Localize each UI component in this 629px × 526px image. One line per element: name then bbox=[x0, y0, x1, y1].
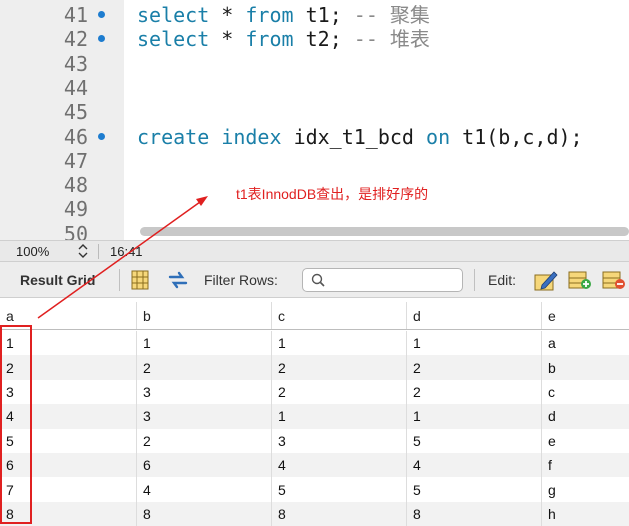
table-row[interactable]: 3322c bbox=[0, 379, 629, 405]
line-number: 44 bbox=[63, 75, 88, 100]
sql-keyword: from bbox=[245, 3, 294, 27]
table-cell-d[interactable]: 5 bbox=[406, 477, 541, 502]
table-cell-e[interactable]: f bbox=[541, 453, 629, 478]
column-header-d[interactable]: d bbox=[406, 302, 541, 329]
result-toolbar: Result Grid Filter Rows: Edit: bbox=[0, 262, 629, 298]
table-row[interactable]: 5235e bbox=[0, 428, 629, 453]
search-icon bbox=[311, 273, 325, 287]
line-number: 50 bbox=[63, 221, 88, 240]
table-row[interactable]: 8888h bbox=[0, 501, 629, 526]
sql-token: * bbox=[221, 27, 234, 52]
sql-token: t2; bbox=[305, 27, 342, 52]
table-cell-c[interactable]: 1 bbox=[271, 404, 406, 429]
status-divider bbox=[98, 244, 99, 259]
sql-editor[interactable]: 41 select * from t1; -- 聚集 42 select * from… bbox=[0, 0, 629, 240]
table-cell-d[interactable]: 5 bbox=[406, 428, 541, 453]
sql-keyword: from bbox=[245, 27, 294, 52]
edit-label: Edit: bbox=[488, 272, 517, 288]
result-grid[interactable]: abcde1111a2222b3322c4311d5235e6644f7455g… bbox=[0, 298, 629, 526]
sql-keyword: select bbox=[137, 3, 210, 27]
line-number: 43 bbox=[63, 51, 88, 76]
sql-token: idx_t1_bcd bbox=[293, 124, 414, 149]
table-row[interactable]: 7455g bbox=[0, 477, 629, 502]
line-number: 45 bbox=[63, 100, 88, 125]
sql-token: t1(b,c,d); bbox=[462, 124, 583, 149]
annotation-highlight-box bbox=[0, 325, 32, 524]
statement-marker-icon[interactable] bbox=[98, 11, 105, 18]
cursor-position: 16:41 bbox=[110, 244, 143, 259]
table-cell-b[interactable]: 6 bbox=[136, 453, 271, 478]
table-cell-d[interactable]: 2 bbox=[406, 379, 541, 405]
table-row[interactable]: 4311d bbox=[0, 404, 629, 429]
grid-header-row: abcde bbox=[0, 302, 629, 330]
sql-token: t1; bbox=[305, 3, 342, 27]
editor-status-bar: 100% 16:41 bbox=[0, 240, 629, 262]
table-cell-c[interactable]: 4 bbox=[271, 453, 406, 478]
form-view-icon[interactable] bbox=[131, 270, 149, 290]
sql-keyword: on bbox=[426, 124, 451, 149]
line-number: 49 bbox=[63, 197, 88, 222]
table-cell-c[interactable]: 1 bbox=[271, 331, 406, 356]
column-header-c[interactable]: c bbox=[271, 302, 406, 329]
column-header-b[interactable]: b bbox=[136, 302, 271, 329]
code-line[interactable]: create index idx_t1_bcd on t1(b,c,d); bbox=[137, 125, 583, 149]
table-cell-b[interactable]: 1 bbox=[136, 331, 271, 356]
table-cell-b[interactable]: 2 bbox=[136, 428, 271, 453]
line-number: 41 bbox=[63, 3, 88, 27]
table-cell-d[interactable]: 4 bbox=[406, 453, 541, 478]
table-row[interactable]: 1111a bbox=[0, 331, 629, 356]
statement-marker-icon[interactable] bbox=[98, 132, 105, 140]
scrollbar-thumb[interactable] bbox=[140, 227, 629, 236]
toolbar-divider bbox=[474, 269, 475, 291]
editor-horizontal-scrollbar[interactable] bbox=[124, 224, 629, 238]
annotation-note: t1表InnodDB查出，是排好序的 bbox=[236, 186, 429, 202]
code-line[interactable]: select * from t2; -- 堆表 bbox=[137, 27, 430, 51]
table-cell-b[interactable]: 3 bbox=[136, 404, 271, 429]
line-number: 42 bbox=[63, 27, 88, 52]
table-cell-d[interactable]: 8 bbox=[406, 501, 541, 526]
table-cell-d[interactable]: 1 bbox=[406, 404, 541, 429]
add-row-icon[interactable] bbox=[568, 269, 592, 291]
table-cell-e[interactable]: b bbox=[541, 355, 629, 380]
table-cell-e[interactable]: c bbox=[541, 379, 629, 405]
refresh-icon[interactable] bbox=[167, 270, 189, 290]
table-cell-b[interactable]: 8 bbox=[136, 501, 271, 526]
sql-keyword: create bbox=[137, 124, 210, 149]
table-cell-b[interactable]: 3 bbox=[136, 379, 271, 405]
edit-cell-icon[interactable] bbox=[534, 269, 558, 291]
table-row[interactable]: 6644f bbox=[0, 453, 629, 478]
table-cell-e[interactable]: e bbox=[541, 428, 629, 453]
delete-row-icon[interactable] bbox=[602, 269, 626, 291]
code-line[interactable]: select * from t1; -- 聚集 bbox=[137, 3, 430, 27]
sql-keyword: index bbox=[221, 124, 282, 149]
table-cell-c[interactable]: 8 bbox=[271, 501, 406, 526]
line-number: 48 bbox=[63, 173, 88, 198]
zoom-stepper-icon[interactable] bbox=[76, 243, 90, 259]
sql-comment: -- 堆表 bbox=[353, 27, 430, 52]
table-cell-c[interactable]: 2 bbox=[271, 355, 406, 380]
column-header-e[interactable]: e bbox=[541, 302, 629, 329]
table-cell-d[interactable]: 1 bbox=[406, 331, 541, 356]
sql-token: * bbox=[221, 3, 234, 27]
filter-rows-input[interactable] bbox=[302, 268, 463, 292]
sql-comment: -- 聚集 bbox=[353, 3, 430, 27]
table-cell-c[interactable]: 3 bbox=[271, 428, 406, 453]
line-number: 46 bbox=[63, 124, 88, 149]
table-cell-e[interactable]: h bbox=[541, 501, 629, 526]
table-row[interactable]: 2222b bbox=[0, 355, 629, 380]
sql-keyword: select bbox=[137, 27, 210, 52]
zoom-level: 100% bbox=[16, 244, 50, 259]
table-cell-c[interactable]: 5 bbox=[271, 477, 406, 502]
filter-rows-label: Filter Rows: bbox=[204, 272, 278, 288]
toolbar-divider bbox=[119, 269, 120, 291]
table-cell-e[interactable]: a bbox=[541, 331, 629, 356]
table-cell-d[interactable]: 2 bbox=[406, 355, 541, 380]
table-cell-e[interactable]: d bbox=[541, 404, 629, 429]
table-cell-b[interactable]: 4 bbox=[136, 477, 271, 502]
table-cell-c[interactable]: 2 bbox=[271, 379, 406, 405]
result-grid-tab[interactable]: Result Grid bbox=[20, 272, 95, 288]
line-number: 47 bbox=[63, 148, 88, 173]
table-cell-b[interactable]: 2 bbox=[136, 355, 271, 380]
table-cell-e[interactable]: g bbox=[541, 477, 629, 502]
